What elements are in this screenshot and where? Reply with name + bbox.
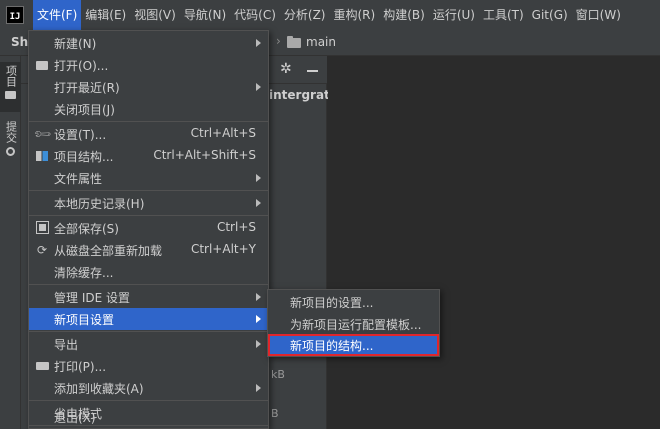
menu-tools[interactable]: 工具(T) [479,0,528,30]
menu-item-settings[interactable]: 🔧︎ 设置(T)... Ctrl+Alt+S [29,123,268,145]
menu-item-save-all[interactable]: 全部保存(S) Ctrl+S [29,217,268,239]
file-menu-dropdown: 新建(N) 打开(O)... 打开最近(R) 关闭项目(J) 🔧︎ 设置(T).… [28,30,269,429]
menu-separator [29,121,268,122]
folder-icon [5,91,16,99]
menu-item-close-project[interactable]: 关闭项目(J) [29,98,268,120]
menu-separator [29,400,268,401]
tool-tab-commit-label: 提交 [4,121,18,143]
submenu-arrow-icon [256,174,261,182]
menu-item-label: 全部保存(S) [54,222,119,236]
submenu-item-label: 为新项目运行配置模板... [290,318,422,332]
menu-item-exit[interactable]: 退出(X) [29,406,268,428]
menu-item-file-properties[interactable]: 文件属性 [29,167,268,189]
menu-item-shortcut: Ctrl+Alt+S [190,126,256,140]
menu-item-export[interactable]: 导出 [29,333,268,355]
menu-separator [29,331,268,332]
breadcrumb-main[interactable]: main [306,35,336,49]
menu-refactor[interactable]: 重构(R) [330,0,380,30]
file-size-text: kB [271,368,285,381]
menu-item-label: 打印(P)... [54,360,107,374]
submenu-item-new-project-structure[interactable]: 新项目的结构... [268,334,439,356]
menu-window[interactable]: 窗口(W) [572,0,625,30]
menu-item-label: 新项目设置 [54,313,115,327]
menu-run[interactable]: 运行(U) [429,0,479,30]
new-project-settings-submenu: 新项目的设置... 为新项目运行配置模板... 新项目的结构... [267,289,440,357]
submenu-arrow-icon [256,83,261,91]
project-structure-icon [35,149,49,163]
menu-item-label: 本地历史记录(H) [54,197,145,211]
menu-edit[interactable]: 编辑(E) [81,0,130,30]
menu-view[interactable]: 视图(V) [130,0,180,30]
wrench-icon: 🔧︎ [32,123,53,145]
menu-item-new[interactable]: 新建(N) [29,32,268,54]
commit-icon [6,147,15,156]
submenu-arrow-icon [256,199,261,207]
file-size-text: B [271,407,279,420]
minimize-icon[interactable] [307,70,318,72]
tool-tab-project[interactable]: 项目 [0,62,21,112]
print-icon [35,359,49,373]
folder-icon [287,36,301,48]
menu-item-shortcut: Ctrl+Alt+Y [190,242,256,256]
reload-icon: ⟳ [36,243,48,257]
menu-item-label: 添加到收藏夹(A) [54,382,144,396]
menu-item-label: 从磁盘全部重新加载 [54,244,163,258]
menu-item-new-project-settings[interactable]: 新项目设置 [29,308,268,330]
breadcrumb-project[interactable]: Sh [11,35,28,49]
gear-icon[interactable]: ✲ [280,61,292,77]
menu-file[interactable]: 文件(F) [33,0,82,30]
chevron-right-icon: › [276,34,281,48]
menu-bar: IJ 文件(F) 编辑(E) 视图(V) 导航(N) 代码(C) 分析(Z) 重… [0,0,660,30]
menu-item-project-structure[interactable]: 项目结构... Ctrl+Alt+Shift+S [29,145,268,167]
submenu-item-run-config-templates[interactable]: 为新项目运行配置模板... [268,313,439,335]
menu-separator [29,284,268,285]
menu-item-label: 新建(N) [54,37,97,51]
menu-item-label: 项目结构... [54,150,114,164]
menu-item-label: 导出 [54,338,79,352]
submenu-item-label: 新项目的结构... [290,339,374,353]
menu-item-shortcut: Ctrl+Alt+Shift+S [153,148,256,162]
menu-item-local-history[interactable]: 本地历史记录(H) [29,192,268,214]
submenu-item-new-project-settings[interactable]: 新项目的设置... [268,291,439,313]
menu-item-shortcut: Ctrl+S [216,220,256,234]
menu-item-reload-from-disk[interactable]: ⟳ 从磁盘全部重新加载 Ctrl+Alt+Y [29,239,268,261]
submenu-arrow-icon [256,293,261,301]
menu-item-open[interactable]: 打开(O)... [29,54,268,76]
menu-item-print[interactable]: 打印(P)... [29,355,268,377]
menu-build[interactable]: 构建(B) [379,0,429,30]
tool-tab-project-label: 项目 [4,65,18,87]
menu-code[interactable]: 代码(C) [230,0,280,30]
menu-analyze[interactable]: 分析(Z) [280,0,330,30]
editor-area[interactable] [328,56,660,429]
menu-item-label: 文件属性 [54,172,103,186]
tool-tab-commit[interactable]: 提交 [0,118,21,168]
menu-separator [29,190,268,191]
menu-item-label: 打开最近(R) [54,81,120,95]
folder-open-icon [35,58,49,72]
submenu-arrow-icon [256,384,261,392]
submenu-item-label: 新项目的设置... [290,296,374,310]
menu-item-label: 退出(X) [54,411,96,425]
save-icon [35,221,49,235]
submenu-arrow-icon [256,315,261,323]
submenu-arrow-icon [256,39,261,47]
menu-separator [29,215,268,216]
menu-git[interactable]: Git(G) [528,0,572,30]
menu-item-invalidate-caches[interactable]: 清除缓存... [29,261,268,283]
menu-item-label: 管理 IDE 设置 [54,291,130,305]
menu-item-label: 关闭项目(J) [54,103,115,117]
menu-item-label: 清除缓存... [54,266,114,280]
menu-item-label: 设置(T)... [54,128,107,142]
app-logo-icon[interactable]: IJ [6,6,24,24]
menu-navigate[interactable]: 导航(N) [180,0,230,30]
menu-item-label: 打开(O)... [54,59,109,73]
menu-item-add-to-favorites[interactable]: 添加到收藏夹(A) [29,377,268,399]
menu-item-open-recent[interactable]: 打开最近(R) [29,76,268,98]
left-tool-strip: 项目 提交 [0,56,21,429]
menu-item-manage-ide-settings[interactable]: 管理 IDE 设置 [29,286,268,308]
submenu-arrow-icon [256,340,261,348]
